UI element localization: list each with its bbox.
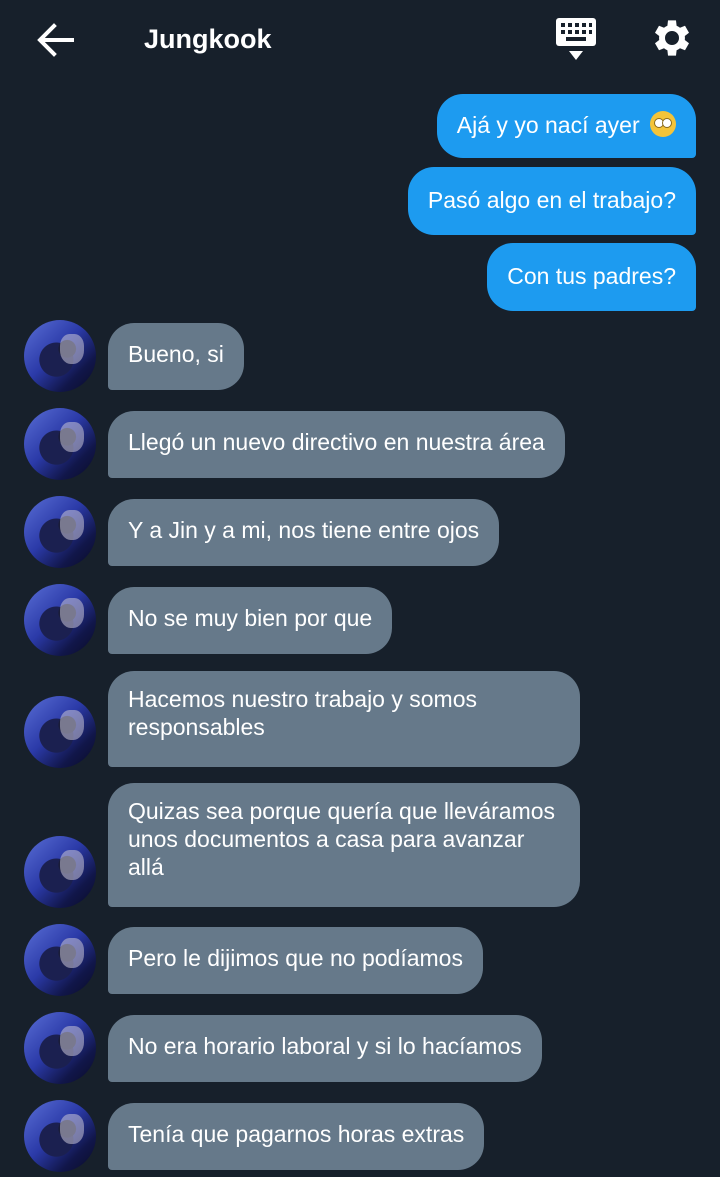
avatar[interactable] <box>24 1100 96 1172</box>
message-text: Quizas sea porque quería que lleváramos … <box>128 798 556 880</box>
message-in-1[interactable]: Bueno, si <box>108 323 244 390</box>
message-in-2[interactable]: Llegó un nuevo directivo en nuestra área <box>108 411 565 478</box>
message-in-7[interactable]: Pero le dijimos que no podíamos <box>108 927 483 994</box>
message-text: No era horario laboral y si lo hacíamos <box>128 1033 522 1059</box>
message-in-3[interactable]: Y a Jin y a mi, nos tiene entre ojos <box>108 499 500 566</box>
message-text: Llegó un nuevo directivo en nuestra área <box>128 429 545 455</box>
message-text: Hacemos nuestro trabajo y somos responsa… <box>128 686 477 740</box>
avatar[interactable] <box>24 924 96 996</box>
avatar[interactable] <box>24 408 96 480</box>
keyboard-button[interactable] <box>552 16 600 64</box>
arrow-left-icon <box>37 23 74 57</box>
message-in-8[interactable]: No era horario laboral y si lo hacíamos <box>108 1015 542 1082</box>
avatar[interactable] <box>24 696 96 768</box>
avatar[interactable] <box>24 836 96 908</box>
message-in-4[interactable]: No se muy bien por que <box>108 587 393 654</box>
chat-header: Jungkook <box>0 0 720 80</box>
keyboard-icon <box>556 18 596 60</box>
gear-icon <box>655 20 689 56</box>
avatar[interactable] <box>24 584 96 656</box>
message-text: Y a Jin y a mi, nos tiene entre ojos <box>128 517 480 543</box>
message-text: Bueno, si <box>128 341 224 367</box>
message-text: Ajá y yo nací ayer <box>456 112 640 138</box>
chat-title: Jungkook <box>144 24 272 54</box>
avatar[interactable] <box>24 496 96 568</box>
message-text: Pero le dijimos que no podíamos <box>128 945 463 971</box>
message-out-3[interactable]: Con tus padres? <box>487 243 696 311</box>
message-text: No se muy bien por que <box>128 605 373 631</box>
message-in-9[interactable]: Tenía que pagarnos horas extras <box>108 1103 485 1170</box>
message-out-2[interactable]: Pasó algo en el trabajo? <box>407 167 696 235</box>
message-in-6[interactable]: Quizas sea porque quería que lleváramos … <box>108 783 580 907</box>
back-button[interactable] <box>34 18 78 62</box>
avatar[interactable] <box>24 1012 96 1084</box>
avatar[interactable] <box>24 320 96 392</box>
message-text: Con tus padres? <box>507 263 676 289</box>
message-text: Pasó algo en el trabajo? <box>427 187 676 213</box>
settings-button[interactable] <box>648 14 696 62</box>
message-in-5[interactable]: Hacemos nuestro trabajo y somos responsa… <box>108 671 580 767</box>
eye-roll-emoji-icon <box>650 111 676 137</box>
message-text: Tenía que pagarnos horas extras <box>128 1121 465 1147</box>
message-out-1[interactable]: Ajá y yo nací ayer <box>436 94 696 158</box>
